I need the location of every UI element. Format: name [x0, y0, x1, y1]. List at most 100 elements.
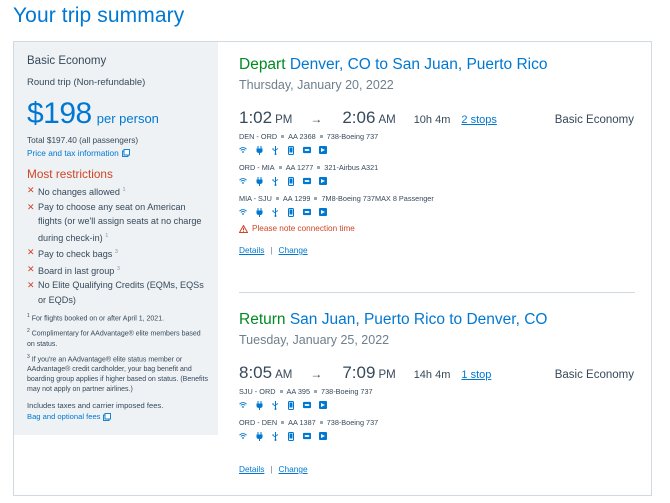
- return-route: San Juan, Puerto Rico to Denver, CO: [289, 311, 548, 328]
- phone-icon: [287, 145, 295, 155]
- wifi-icon: [239, 146, 247, 154]
- change-link[interactable]: Change: [279, 245, 308, 255]
- phone-icon: [287, 431, 295, 441]
- footnotes: 1 For flights booked on or after April 1…: [27, 311, 209, 395]
- phone-icon: [287, 400, 295, 410]
- depart-ampm: AM: [275, 369, 293, 381]
- power-icon: [255, 207, 263, 217]
- connection-warning: Please note connection time: [239, 224, 634, 233]
- flight-segment: DEN - ORD AA 2368 738-Boeing 737: [239, 132, 379, 141]
- popup-icon: [103, 412, 112, 421]
- streaming-icon: [319, 401, 327, 409]
- power-icon: [255, 176, 263, 186]
- wifi-icon: [239, 177, 247, 185]
- arrive-ampm: PM: [378, 369, 396, 381]
- trip-duration: 14h 4m: [413, 369, 451, 381]
- restriction-item: ✕ Pay to choose any seat on American flig…: [27, 201, 202, 243]
- return-date: Tuesday, January 25, 2022: [239, 333, 390, 347]
- connection-warning-text: Please note connection time: [252, 224, 355, 233]
- tv-icon: [303, 401, 311, 409]
- arrive-ampm: AM: [378, 114, 396, 126]
- cabin-class: Basic Economy: [554, 369, 634, 381]
- depart-time: 8:05: [239, 363, 273, 382]
- depart-time: 1:02: [239, 108, 273, 127]
- flight-segment: ORD - DEN AA 1387 738-Boeing 737: [239, 418, 379, 427]
- fare-name: Basic Economy: [27, 55, 107, 67]
- per-person-label: per person: [96, 111, 159, 126]
- bag-fees-link[interactable]: Bag and optional fees: [27, 412, 218, 421]
- amenities-row: [239, 400, 634, 410]
- total-price: Total $197.40 (all passengers): [27, 135, 139, 145]
- tv-icon: [303, 432, 311, 440]
- warning-icon: [239, 224, 248, 233]
- cabin-class: Basic Economy: [554, 114, 634, 126]
- restrictions-title: Most restrictions: [27, 167, 113, 181]
- footnote: 2 Complimentary for AAdvantage® elite me…: [27, 328, 201, 348]
- price-row: $198 per person: [27, 97, 218, 131]
- streaming-icon: [319, 146, 327, 154]
- price-tax-link-label[interactable]: Price and tax information: [27, 148, 119, 158]
- trip-duration: 10h 4m: [413, 114, 451, 126]
- tv-icon: [303, 146, 311, 154]
- restriction-item: ✕ Pay to check bags 3: [27, 247, 118, 260]
- usb-icon: [271, 145, 279, 155]
- return-direction-label: Return: [239, 311, 286, 328]
- return-times: 8:05 AM → 7:09 PM 14h 4m 1 stop Basic Ec…: [239, 363, 634, 383]
- return-heading: Return San Juan, Puerto Rico to Denver, …: [239, 311, 634, 329]
- bag-fees-link-label[interactable]: Bag and optional fees: [27, 412, 100, 421]
- stops-link[interactable]: 1 stop: [461, 369, 491, 381]
- fare-sidebar: Basic Economy Round trip (Non-refundable…: [14, 42, 218, 435]
- x-icon: ✕: [27, 247, 35, 258]
- streaming-icon: [319, 177, 327, 185]
- depart-section: Depart Denver, CO to San Juan, Puerto Ri…: [239, 56, 634, 255]
- depart-times: 1:02 PM → 2:06 AM 10h 4m 2 stops Basic E…: [239, 108, 634, 128]
- footnote: 1 For flights booked on or after April 1…: [27, 313, 165, 323]
- x-icon: ✕: [27, 280, 35, 291]
- depart-heading: Depart Denver, CO to San Juan, Puerto Ri…: [239, 56, 634, 74]
- includes-taxes-note: Includes taxes and carrier imposed fees.: [27, 401, 164, 411]
- arrow-right-icon: →: [310, 367, 323, 381]
- stops-link[interactable]: 2 stops: [461, 114, 496, 126]
- depart-ampm: PM: [275, 114, 293, 126]
- amenities-row: [239, 145, 634, 155]
- amenities-row: [239, 176, 634, 186]
- page-title: Your trip summary: [13, 4, 185, 27]
- wifi-icon: [239, 432, 247, 440]
- x-icon: ✕: [27, 201, 35, 212]
- usb-icon: [271, 207, 279, 217]
- restriction-item: ✕ Board in last group 3: [27, 263, 120, 276]
- depart-direction-label: Depart: [239, 56, 286, 73]
- amenities-row: [239, 207, 634, 217]
- return-links: Details | Change: [239, 464, 308, 474]
- tv-icon: [303, 208, 311, 216]
- x-icon: ✕: [27, 185, 35, 195]
- change-link[interactable]: Change: [279, 464, 308, 474]
- wifi-icon: [239, 401, 247, 409]
- tv-icon: [303, 177, 311, 185]
- arrive-time: 7:09: [342, 363, 376, 382]
- power-icon: [255, 145, 263, 155]
- amenities-row: [239, 431, 634, 441]
- phone-icon: [287, 207, 295, 217]
- streaming-icon: [319, 432, 327, 440]
- popup-icon: [121, 149, 130, 157]
- streaming-icon: [319, 208, 327, 216]
- restriction-item: ✕ No Elite Qualifying Credits (EQMs, EQSs…: [27, 280, 204, 305]
- details-link[interactable]: Details: [239, 464, 264, 474]
- arrive-time: 2:06: [342, 108, 376, 127]
- depart-route: Denver, CO to San Juan, Puerto Rico: [289, 56, 548, 73]
- trip-summary-card: Basic Economy Round trip (Non-refundable…: [13, 41, 652, 496]
- trip-type: Round trip (Non-refundable): [27, 77, 146, 88]
- footnote: 3 If you're an AAdvantage® elite status …: [27, 353, 208, 394]
- restriction-item: ✕ No changes allowed 1: [27, 185, 126, 198]
- section-divider: [239, 292, 635, 293]
- depart-links: Details | Change: [239, 245, 308, 255]
- arrow-right-icon: →: [310, 112, 323, 126]
- details-link[interactable]: Details: [239, 245, 264, 255]
- depart-date: Thursday, January 20, 2022: [239, 78, 394, 92]
- power-icon: [255, 400, 263, 410]
- usb-icon: [271, 176, 279, 186]
- x-icon: ✕: [27, 263, 35, 274]
- price-tax-link[interactable]: Price and tax information: [27, 148, 218, 158]
- flight-segment: SJU - ORD AA 395 738-Boeing 737: [239, 387, 373, 396]
